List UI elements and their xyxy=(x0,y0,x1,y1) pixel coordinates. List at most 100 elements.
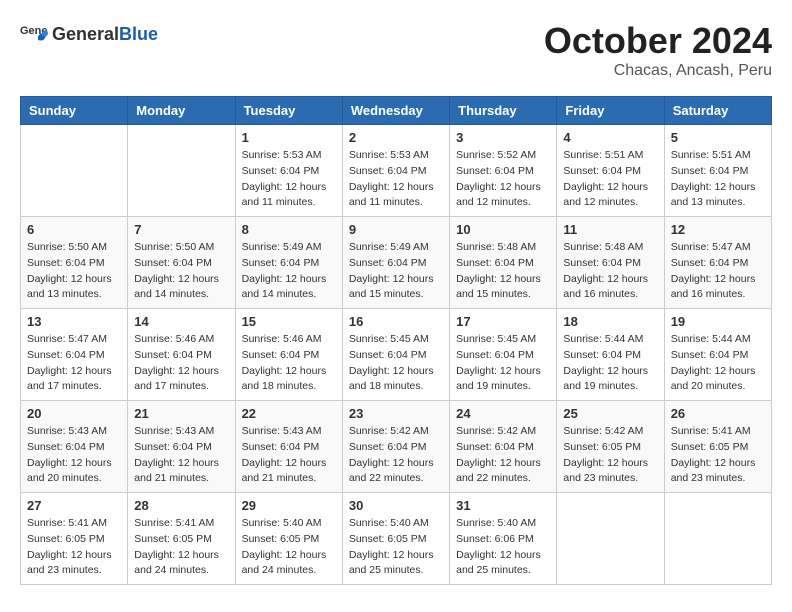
calendar-cell: 22Sunrise: 5:43 AMSunset: 6:04 PMDayligh… xyxy=(235,401,342,493)
day-number: 16 xyxy=(349,314,443,329)
day-number: 4 xyxy=(563,130,657,145)
day-detail: Sunrise: 5:42 AMSunset: 6:05 PMDaylight:… xyxy=(563,424,657,487)
day-detail: Sunrise: 5:53 AMSunset: 6:04 PMDaylight:… xyxy=(349,148,443,211)
day-detail: Sunrise: 5:41 AMSunset: 6:05 PMDaylight:… xyxy=(134,516,228,579)
calendar-cell xyxy=(21,125,128,217)
calendar-week-3: 13 Sunrise: 5:47 AMSunset: 6:04 PMDayligh… xyxy=(21,309,772,401)
calendar-cell: 3Sunrise: 5:52 AMSunset: 6:04 PMDaylight… xyxy=(450,125,557,217)
calendar-cell: 28 Sunrise: 5:41 AMSunset: 6:05 PMDayligh… xyxy=(128,493,235,585)
calendar-cell: 11 Sunrise: 5:48 AMSunset: 6:04 PMDayligh… xyxy=(557,217,664,309)
calendar-cell: 23Sunrise: 5:42 AMSunset: 6:04 PMDayligh… xyxy=(342,401,449,493)
col-saturday: Saturday xyxy=(664,97,771,125)
calendar-cell: 19Sunrise: 5:44 AMSunset: 6:04 PMDayligh… xyxy=(664,309,771,401)
day-number: 23 xyxy=(349,406,443,421)
calendar-cell: 8Sunrise: 5:49 AMSunset: 6:04 PMDaylight… xyxy=(235,217,342,309)
col-friday: Friday xyxy=(557,97,664,125)
calendar-cell: 12 Sunrise: 5:47 AMSunset: 6:04 PMDayligh… xyxy=(664,217,771,309)
col-wednesday: Wednesday xyxy=(342,97,449,125)
day-number: 11 xyxy=(563,222,657,237)
calendar-cell: 26 Sunrise: 5:41 AMSunset: 6:05 PMDayligh… xyxy=(664,401,771,493)
day-number: 7 xyxy=(134,222,228,237)
calendar-cell: 30Sunrise: 5:40 AMSunset: 6:05 PMDayligh… xyxy=(342,493,449,585)
day-detail: Sunrise: 5:49 AMSunset: 6:04 PMDaylight:… xyxy=(349,240,443,303)
calendar-cell: 27 Sunrise: 5:41 AMSunset: 6:05 PMDayligh… xyxy=(21,493,128,585)
day-number: 15 xyxy=(242,314,336,329)
logo-general-text: General xyxy=(52,24,119,44)
calendar-cell: 24Sunrise: 5:42 AMSunset: 6:04 PMDayligh… xyxy=(450,401,557,493)
logo-blue-text: Blue xyxy=(119,24,158,44)
day-detail: Sunrise: 5:43 AMSunset: 6:04 PMDaylight:… xyxy=(134,424,228,487)
calendar-cell: 5 Sunrise: 5:51 AMSunset: 6:04 PMDaylight… xyxy=(664,125,771,217)
day-detail: Sunrise: 5:51 AMSunset: 6:04 PMDaylight:… xyxy=(563,148,657,211)
calendar-cell xyxy=(557,493,664,585)
calendar-week-1: 1 Sunrise: 5:53 AMSunset: 6:04 PMDaylight… xyxy=(21,125,772,217)
day-detail: Sunrise: 5:51 AMSunset: 6:04 PMDaylight:… xyxy=(671,148,765,211)
calendar-cell: 6 Sunrise: 5:50 AMSunset: 6:04 PMDaylight… xyxy=(21,217,128,309)
day-detail: Sunrise: 5:40 AMSunset: 6:05 PMDaylight:… xyxy=(349,516,443,579)
logo-wordmark: GeneralBlue xyxy=(52,24,158,45)
day-number: 1 xyxy=(242,130,336,145)
day-number: 22 xyxy=(242,406,336,421)
page-header: General GeneralBlue October 2024 Chacas,… xyxy=(20,20,772,80)
day-number: 3 xyxy=(456,130,550,145)
day-number: 20 xyxy=(27,406,121,421)
day-number: 26 xyxy=(671,406,765,421)
calendar-week-2: 6 Sunrise: 5:50 AMSunset: 6:04 PMDaylight… xyxy=(21,217,772,309)
day-number: 2 xyxy=(349,130,443,145)
calendar-cell: 13 Sunrise: 5:47 AMSunset: 6:04 PMDayligh… xyxy=(21,309,128,401)
day-detail: Sunrise: 5:50 AMSunset: 6:04 PMDaylight:… xyxy=(27,240,121,303)
day-number: 9 xyxy=(349,222,443,237)
day-number: 18 xyxy=(563,314,657,329)
calendar-week-4: 20 Sunrise: 5:43 AMSunset: 6:04 PMDayligh… xyxy=(21,401,772,493)
calendar-table: Sunday Monday Tuesday Wednesday Thursday… xyxy=(20,96,772,585)
day-number: 10 xyxy=(456,222,550,237)
title-area: October 2024 Chacas, Ancash, Peru xyxy=(544,20,772,80)
calendar-cell: 9 Sunrise: 5:49 AMSunset: 6:04 PMDaylight… xyxy=(342,217,449,309)
day-number: 28 xyxy=(134,498,228,513)
day-number: 13 xyxy=(27,314,121,329)
day-detail: Sunrise: 5:41 AMSunset: 6:05 PMDaylight:… xyxy=(27,516,121,579)
calendar-cell xyxy=(664,493,771,585)
day-detail: Sunrise: 5:48 AMSunset: 6:04 PMDaylight:… xyxy=(456,240,550,303)
col-monday: Monday xyxy=(128,97,235,125)
calendar-cell: 25 Sunrise: 5:42 AMSunset: 6:05 PMDayligh… xyxy=(557,401,664,493)
day-number: 21 xyxy=(134,406,228,421)
calendar-cell: 7 Sunrise: 5:50 AMSunset: 6:04 PMDaylight… xyxy=(128,217,235,309)
day-detail: Sunrise: 5:50 AMSunset: 6:04 PMDaylight:… xyxy=(134,240,228,303)
calendar-cell: 17 Sunrise: 5:45 AMSunset: 6:04 PMDayligh… xyxy=(450,309,557,401)
logo: General GeneralBlue xyxy=(20,20,158,48)
calendar-cell: 16 Sunrise: 5:45 AMSunset: 6:04 PMDayligh… xyxy=(342,309,449,401)
day-detail: Sunrise: 5:53 AMSunset: 6:04 PMDaylight:… xyxy=(242,148,336,211)
month-title: October 2024 xyxy=(544,20,772,62)
calendar-week-5: 27 Sunrise: 5:41 AMSunset: 6:05 PMDayligh… xyxy=(21,493,772,585)
day-number: 29 xyxy=(242,498,336,513)
day-detail: Sunrise: 5:45 AMSunset: 6:04 PMDaylight:… xyxy=(456,332,550,395)
calendar-cell: 15 Sunrise: 5:46 AMSunset: 6:04 PMDayligh… xyxy=(235,309,342,401)
calendar-cell: 31Sunrise: 5:40 AMSunset: 6:06 PMDayligh… xyxy=(450,493,557,585)
day-detail: Sunrise: 5:45 AMSunset: 6:04 PMDaylight:… xyxy=(349,332,443,395)
day-detail: Sunrise: 5:47 AMSunset: 6:04 PMDaylight:… xyxy=(671,240,765,303)
day-number: 5 xyxy=(671,130,765,145)
day-number: 17 xyxy=(456,314,550,329)
col-sunday: Sunday xyxy=(21,97,128,125)
day-detail: Sunrise: 5:48 AMSunset: 6:04 PMDaylight:… xyxy=(563,240,657,303)
logo-icon: General xyxy=(20,20,48,48)
col-tuesday: Tuesday xyxy=(235,97,342,125)
calendar-cell: 1 Sunrise: 5:53 AMSunset: 6:04 PMDaylight… xyxy=(235,125,342,217)
day-number: 6 xyxy=(27,222,121,237)
day-detail: Sunrise: 5:46 AMSunset: 6:04 PMDaylight:… xyxy=(242,332,336,395)
day-number: 12 xyxy=(671,222,765,237)
day-number: 19 xyxy=(671,314,765,329)
day-number: 24 xyxy=(456,406,550,421)
day-number: 25 xyxy=(563,406,657,421)
calendar-cell: 10 Sunrise: 5:48 AMSunset: 6:04 PMDayligh… xyxy=(450,217,557,309)
day-number: 8 xyxy=(242,222,336,237)
calendar-header-row: Sunday Monday Tuesday Wednesday Thursday… xyxy=(21,97,772,125)
day-detail: Sunrise: 5:47 AMSunset: 6:04 PMDaylight:… xyxy=(27,332,121,395)
day-detail: Sunrise: 5:41 AMSunset: 6:05 PMDaylight:… xyxy=(671,424,765,487)
calendar-cell xyxy=(128,125,235,217)
day-detail: Sunrise: 5:40 AMSunset: 6:06 PMDaylight:… xyxy=(456,516,550,579)
day-detail: Sunrise: 5:40 AMSunset: 6:05 PMDaylight:… xyxy=(242,516,336,579)
calendar-cell: 14Sunrise: 5:46 AMSunset: 6:04 PMDayligh… xyxy=(128,309,235,401)
day-number: 27 xyxy=(27,498,121,513)
